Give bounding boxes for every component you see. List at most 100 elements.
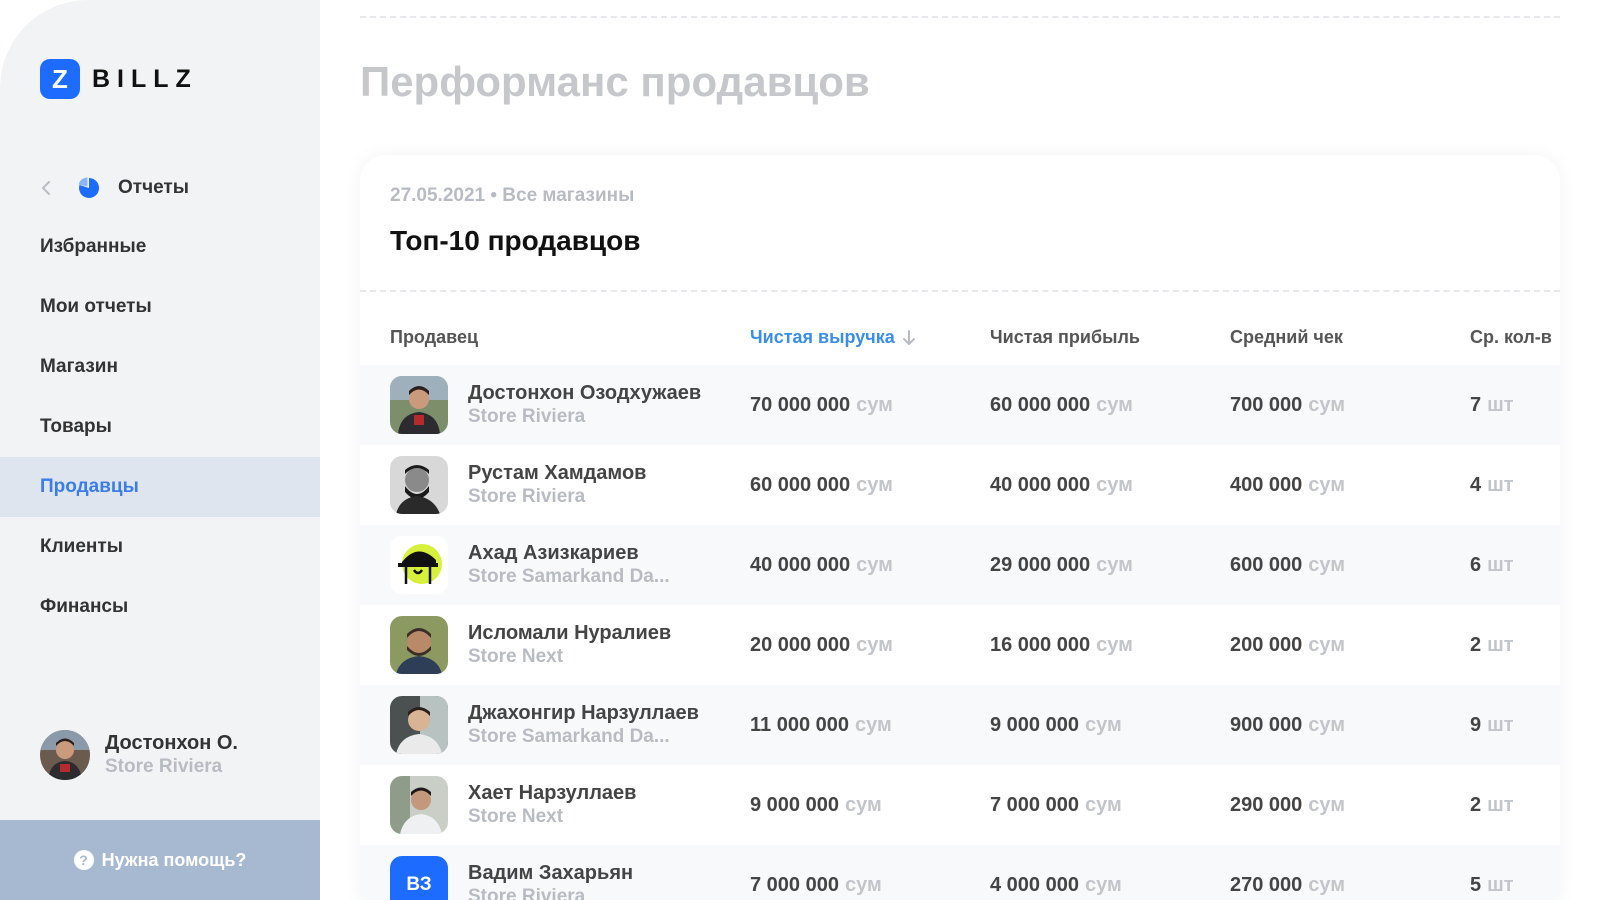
- avg-check-value: 200 000: [1230, 633, 1303, 656]
- avg-qty-value: 9: [1470, 713, 1482, 736]
- user-store: Store Riviera: [105, 756, 223, 777]
- quantity-unit: шт: [1487, 873, 1514, 896]
- net-profit-value: 7 000 000: [990, 793, 1079, 816]
- net-revenue-value: 11 000 000: [750, 713, 849, 736]
- sidebar-item-clients[interactable]: Клиенты: [0, 517, 320, 577]
- reports-section-header[interactable]: Отчеты: [40, 176, 189, 200]
- seller-store: Store Next: [468, 646, 564, 667]
- net-revenue-cell: 70 000 000 сум: [750, 365, 893, 445]
- card-subtitle: 27.05.2021 • Все магазины: [390, 185, 635, 206]
- currency-unit: сум: [1308, 793, 1346, 816]
- seller-store: Store Riviera: [468, 886, 586, 900]
- seller-store: Store Samarkand Da...: [468, 726, 670, 747]
- net-profit-cell: 9 000 000 сум: [990, 685, 1122, 765]
- table-row[interactable]: Ахад Азизкариев Store Samarkand Da... 40…: [360, 525, 1560, 605]
- top-divider: [360, 16, 1560, 18]
- table-row[interactable]: Хает Нарзуллаев Store Next 9 000 000 сум …: [360, 765, 1560, 845]
- quantity-unit: шт: [1487, 793, 1514, 816]
- avg-qty-cell: 7 шт: [1470, 365, 1514, 445]
- avg-qty-value: 5: [1470, 873, 1482, 896]
- avg-check-cell: 290 000 сум: [1230, 765, 1345, 845]
- net-revenue-cell: 11 000 000 сум: [750, 685, 892, 765]
- billz-logo[interactable]: Z BILLZ: [40, 59, 198, 99]
- column-header-net-revenue[interactable]: Чистая выручка: [750, 327, 917, 348]
- table-row[interactable]: ВЗ Вадим Захарьян Store Riviera 7 000 00…: [360, 845, 1560, 900]
- chevron-left-icon[interactable]: [40, 181, 54, 195]
- avg-check-cell: 900 000 сум: [1230, 685, 1345, 765]
- logo-mark: Z: [40, 59, 80, 99]
- avg-qty-value: 6: [1470, 553, 1482, 576]
- seller-name: Достонхон Озодхужаев: [468, 382, 702, 404]
- sidebar-item-products[interactable]: Товары: [0, 397, 320, 457]
- net-revenue-value: 70 000 000: [750, 393, 851, 416]
- table-row[interactable]: Исломали Нуралиев Store Next 20 000 000 с…: [360, 605, 1560, 685]
- sidebar-item-my-reports[interactable]: Мои отчеты: [0, 277, 320, 337]
- net-revenue-value: 9 000 000: [750, 793, 839, 816]
- avg-check-cell: 600 000 сум: [1230, 525, 1345, 605]
- sidebar-item-store[interactable]: Магазин: [0, 337, 320, 397]
- sidebar: Z BILLZ Отчеты Избранные Мои отчеты Мага…: [0, 0, 320, 900]
- net-revenue-cell: 9 000 000 сум: [750, 765, 882, 845]
- currency-unit: сум: [1084, 873, 1122, 896]
- avg-check-value: 400 000: [1230, 473, 1303, 496]
- currency-unit: сум: [856, 553, 893, 576]
- table-row[interactable]: Достонхон Озодхужаев Store Riviera 70 00…: [360, 365, 1560, 445]
- net-profit-value: 29 000 000: [990, 553, 1091, 576]
- user-profile[interactable]: Достонхон О. Store Riviera: [40, 730, 238, 780]
- seller-name: Исломали Нуралиев: [468, 622, 672, 644]
- currency-unit: сум: [1096, 393, 1133, 416]
- table-header: Продавец Чистая выручка Чистая прибыль С…: [360, 310, 1560, 365]
- seller-avatar: [390, 616, 448, 674]
- seller-name: Ахад Азизкариев: [468, 542, 639, 564]
- net-profit-value: 60 000 000: [990, 393, 1091, 416]
- net-profit-value: 40 000 000: [990, 473, 1091, 496]
- seller-store: Store Samarkand Da...: [468, 566, 670, 587]
- net-revenue-value: 7 000 000: [750, 873, 839, 896]
- quantity-unit: шт: [1487, 713, 1514, 736]
- seller-cell: Достонхон Озодхужаев Store Riviera: [390, 365, 701, 445]
- sidebar-item-favorites[interactable]: Избранные: [0, 217, 320, 277]
- currency-unit: сум: [844, 793, 882, 816]
- avg-check-value: 700 000: [1230, 393, 1303, 416]
- net-profit-cell: 40 000 000 сум: [990, 445, 1133, 525]
- top-sellers-card: 27.05.2021 • Все магазины Топ-10 продавц…: [360, 155, 1560, 900]
- column-header-net-profit[interactable]: Чистая прибыль: [990, 327, 1140, 348]
- card-title: Топ-10 продавцов: [390, 225, 641, 256]
- avg-check-cell: 400 000 сум: [1230, 445, 1345, 525]
- seller-cell: Рустам Хамдамов Store Riviera: [390, 445, 646, 525]
- sidebar-item-finance[interactable]: Финансы: [0, 577, 320, 637]
- avg-qty-cell: 9 шт: [1470, 685, 1514, 765]
- seller-avatar: [390, 456, 448, 514]
- pie-chart-icon: [78, 177, 100, 198]
- currency-unit: сум: [1096, 633, 1133, 656]
- help-button[interactable]: ? Нужна помощь?: [0, 820, 320, 900]
- avg-check-value: 270 000: [1230, 873, 1303, 896]
- column-header-avg-qty[interactable]: Ср. кол-в: [1470, 327, 1552, 348]
- table-row[interactable]: Джахонгир Нарзуллаев Store Samarkand Da.…: [360, 685, 1560, 765]
- sidebar-item-sellers[interactable]: Продавцы: [0, 457, 320, 517]
- table-body: Достонхон Озодхужаев Store Riviera 70 00…: [360, 365, 1560, 900]
- seller-cell: ВЗ Вадим Захарьян Store Riviera: [390, 845, 633, 900]
- seller-store: Store Riviera: [468, 406, 586, 427]
- currency-unit: сум: [1308, 553, 1346, 576]
- currency-unit: сум: [856, 633, 893, 656]
- seller-avatar: [390, 776, 448, 834]
- sidebar-nav: Избранные Мои отчеты Магазин Товары Прод…: [0, 217, 320, 637]
- net-profit-value: 16 000 000: [990, 633, 1091, 656]
- net-profit-value: 4 000 000: [990, 873, 1079, 896]
- seller-name: Джахонгир Нарзуллаев: [468, 702, 699, 724]
- sort-down-icon[interactable]: [901, 329, 917, 347]
- logo-text: BILLZ: [92, 64, 198, 93]
- column-header-avg-check[interactable]: Средний чек: [1230, 327, 1343, 348]
- avg-qty-cell: 2 шт: [1470, 765, 1514, 845]
- column-header-seller[interactable]: Продавец: [390, 327, 478, 348]
- currency-unit: сум: [856, 473, 893, 496]
- currency-unit: сум: [844, 873, 882, 896]
- net-revenue-value: 20 000 000: [750, 633, 851, 656]
- seller-name: Вадим Захарьян: [468, 862, 634, 884]
- avg-qty-value: 2: [1470, 633, 1482, 656]
- avg-qty-value: 2: [1470, 793, 1482, 816]
- quantity-unit: шт: [1487, 633, 1514, 656]
- table-row[interactable]: Рустам Хамдамов Store Riviera 60 000 000…: [360, 445, 1560, 525]
- currency-unit: сум: [856, 393, 893, 416]
